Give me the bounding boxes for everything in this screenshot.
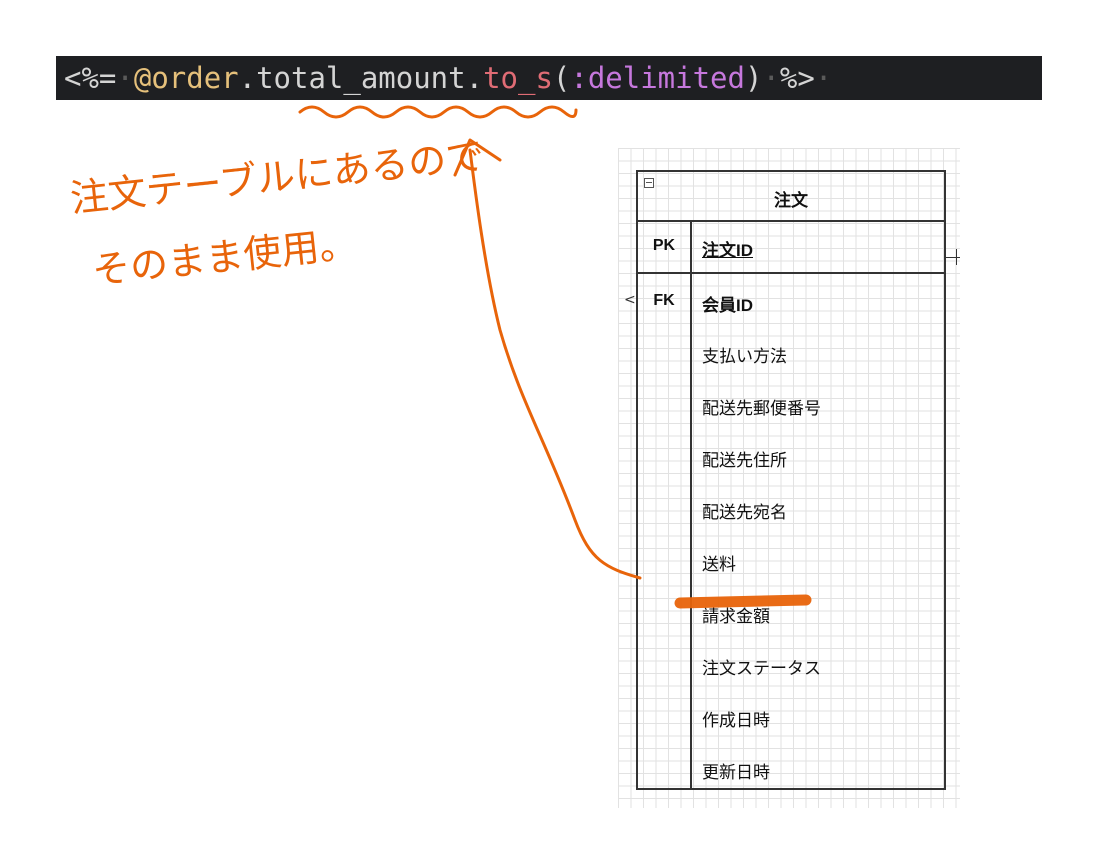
wavy-underline xyxy=(298,105,578,119)
annotation-arrow xyxy=(468,148,642,580)
handwritten-overlay xyxy=(298,105,812,609)
highlight-strike xyxy=(674,594,812,609)
